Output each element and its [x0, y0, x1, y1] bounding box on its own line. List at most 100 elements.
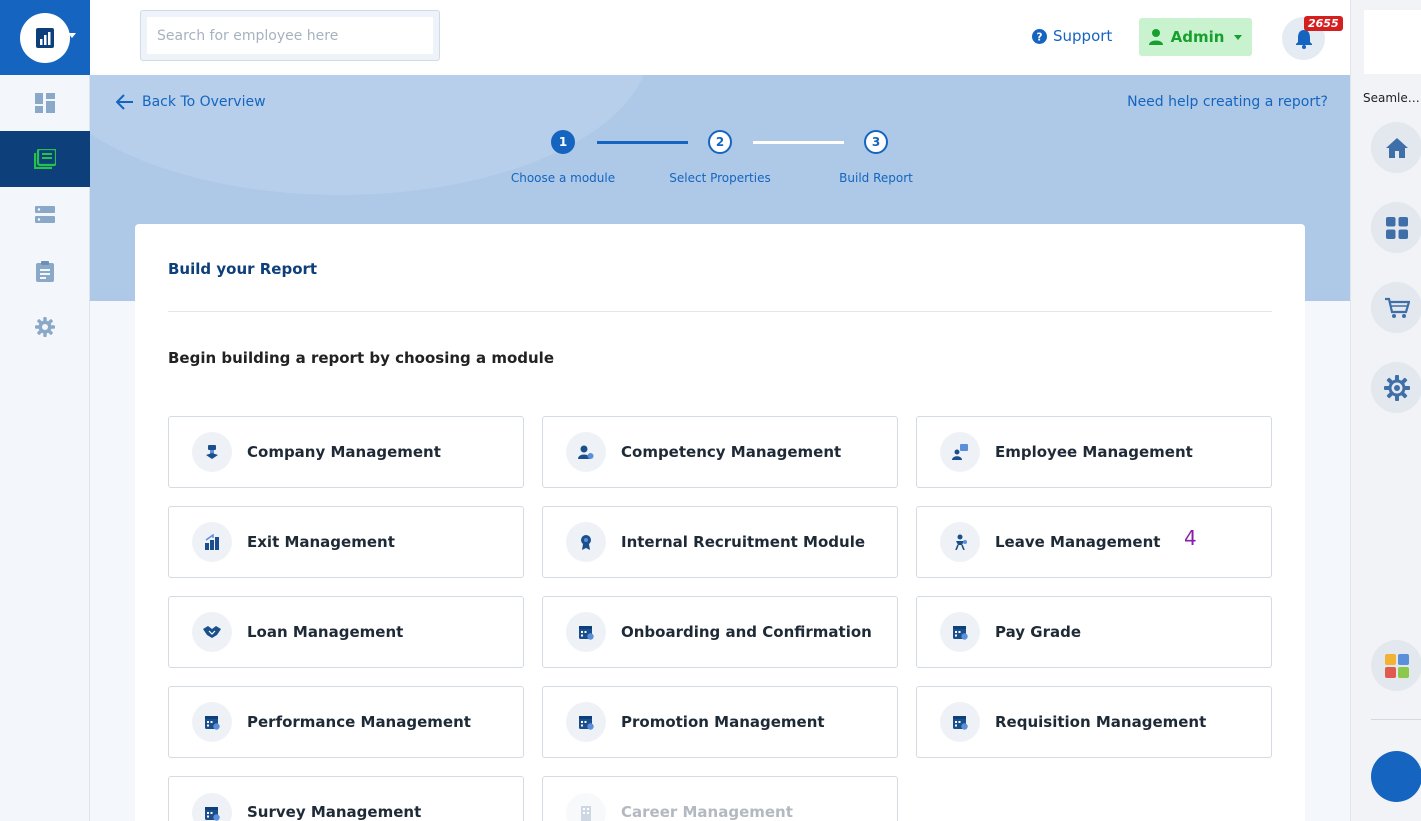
back-label: Back To Overview	[142, 94, 266, 110]
rail-top-panel	[1364, 10, 1421, 74]
bell-icon	[1295, 29, 1312, 49]
step-2-label: Select Properties	[669, 171, 771, 185]
rail-home-button[interactable]	[1371, 122, 1421, 173]
module-label: Career Management	[621, 803, 793, 821]
step-3-circle[interactable]: 3	[864, 130, 888, 154]
rail-cart-button[interactable]	[1371, 282, 1421, 333]
module-label: Employee Management	[995, 443, 1193, 461]
server-icon	[35, 206, 55, 223]
help-circle-icon: ?	[1032, 28, 1047, 44]
cart-icon	[1384, 297, 1410, 318]
module-label: Survey Management	[247, 803, 422, 821]
module-pay-grade[interactable]: Pay Grade	[916, 596, 1272, 668]
employee-search-input[interactable]	[147, 17, 433, 54]
module-label: Competency Management	[621, 443, 842, 461]
annotation-number: 4	[1184, 526, 1197, 550]
svg-text:?: ?	[1037, 31, 1043, 43]
calendar-icon	[940, 612, 980, 652]
calendar-icon	[192, 793, 232, 821]
step-connector-1	[597, 141, 688, 144]
notification-count-badge: 2655	[1304, 16, 1343, 31]
arrow-left-icon	[116, 94, 133, 110]
rail-chat-button[interactable]	[1371, 751, 1421, 802]
grid-icon	[1385, 216, 1408, 239]
step-1-label: Choose a module	[510, 171, 616, 185]
settings-gear-icon	[1383, 374, 1410, 401]
admin-label: Admin	[1170, 28, 1225, 46]
module-company-management[interactable]: Company Management	[168, 416, 524, 488]
calendar-icon	[566, 612, 606, 652]
report-logo-icon	[20, 12, 70, 63]
module-exit-management[interactable]: Exit Management	[168, 506, 524, 578]
sidebar-item-servers[interactable]	[0, 187, 90, 243]
support-link[interactable]: ? Support	[1032, 27, 1112, 45]
user-icon	[1148, 29, 1163, 45]
logo-caret-icon	[68, 33, 76, 38]
rail-widgets-button[interactable]	[1371, 640, 1421, 691]
rail-settings-button[interactable]	[1371, 362, 1421, 413]
sidebar-item-tasks[interactable]	[0, 243, 90, 299]
company-icon	[192, 432, 232, 472]
rail-label: Seamless...	[1363, 91, 1421, 105]
handshake-icon	[192, 612, 232, 652]
search-box	[140, 10, 440, 61]
rail-divider	[1371, 719, 1421, 720]
card-subtitle: Begin building a report by choosing a mo…	[168, 349, 554, 367]
sidebar-item-settings[interactable]	[0, 299, 90, 355]
right-rail: Seamless...	[1350, 0, 1421, 821]
module-performance-management[interactable]: Performance Management	[168, 686, 524, 758]
calendar-icon	[940, 702, 980, 742]
module-label: Internal Recruitment Module	[621, 533, 866, 551]
module-label: Leave Management	[995, 533, 1161, 551]
step-3-label: Build Report	[839, 171, 913, 185]
module-label: Company Management	[247, 443, 441, 461]
module-label: Onboarding and Confirmation	[621, 623, 872, 641]
app-logo[interactable]	[0, 0, 90, 75]
step-1-circle[interactable]: 1	[551, 130, 575, 154]
exit-icon	[192, 522, 232, 562]
admin-dropdown-button[interactable]: Admin	[1139, 18, 1252, 56]
module-employee-management[interactable]: Employee Management	[916, 416, 1272, 488]
module-label: Requisition Management	[995, 713, 1207, 731]
module-loan-management[interactable]: Loan Management	[168, 596, 524, 668]
module-requisition-management[interactable]: Requisition Management	[916, 686, 1272, 758]
reports-icon	[34, 149, 56, 169]
module-label: Loan Management	[247, 623, 404, 641]
card-divider	[168, 311, 1272, 312]
color-tiles-icon	[1384, 653, 1409, 678]
module-internal-recruitment[interactable]: Internal Recruitment Module	[542, 506, 898, 578]
clipboard-icon	[36, 260, 54, 282]
module-survey-management[interactable]: Survey Management	[168, 776, 524, 821]
gear-icon	[35, 317, 55, 337]
module-label: Promotion Management	[621, 713, 825, 731]
step-connector-2	[753, 141, 844, 144]
top-bar: ? Support Admin 2655	[90, 0, 1350, 75]
calendar-icon	[192, 702, 232, 742]
calendar-icon	[566, 702, 606, 742]
recruitment-icon	[566, 522, 606, 562]
module-leave-management[interactable]: Leave Management	[916, 506, 1272, 578]
module-career-management: Career Management	[542, 776, 898, 821]
module-label: Performance Management	[247, 713, 471, 731]
chevron-down-icon	[1234, 34, 1243, 40]
module-competency-management[interactable]: Competency Management	[542, 416, 898, 488]
module-label: Exit Management	[247, 533, 395, 551]
sidebar-item-dashboard[interactable]	[0, 75, 90, 131]
help-link[interactable]: Need help creating a report?	[1127, 94, 1328, 110]
module-onboarding-confirmation[interactable]: Onboarding and Confirmation	[542, 596, 898, 668]
back-to-overview-link[interactable]: Back To Overview	[116, 94, 266, 110]
step-2-circle[interactable]: 2	[708, 130, 732, 154]
employee-icon	[940, 432, 980, 472]
competency-icon	[566, 432, 606, 472]
dashboard-icon	[35, 93, 55, 113]
support-label: Support	[1053, 27, 1113, 45]
leave-icon	[940, 522, 980, 562]
rail-apps-button[interactable]	[1371, 202, 1421, 253]
sidebar-item-reports[interactable]	[0, 131, 90, 187]
module-promotion-management[interactable]: Promotion Management	[542, 686, 898, 758]
card-title: Build your Report	[168, 260, 318, 278]
home-icon	[1385, 137, 1408, 158]
module-label: Pay Grade	[995, 623, 1081, 641]
left-sidebar	[0, 0, 90, 821]
building-icon	[566, 793, 606, 821]
